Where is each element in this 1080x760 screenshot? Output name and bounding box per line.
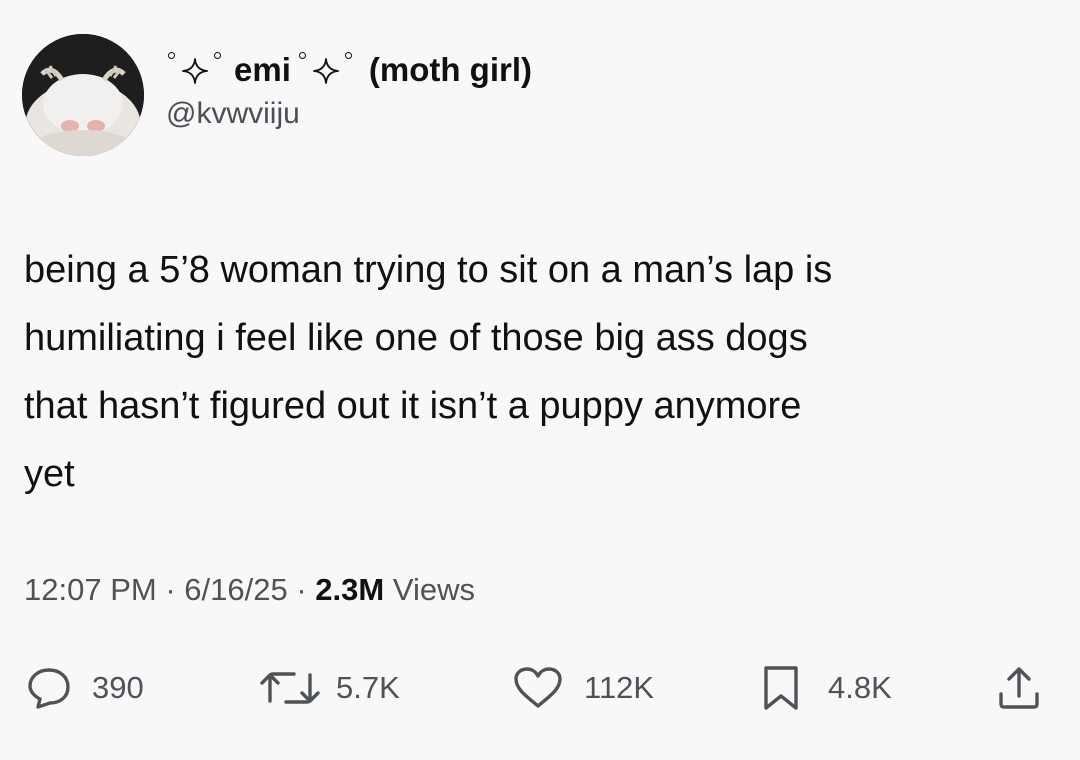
avatar[interactable] xyxy=(22,34,144,156)
views-count: 2.3M xyxy=(315,572,385,607)
user-handle[interactable]: @kvwviiju xyxy=(166,94,532,134)
sparkle-icon xyxy=(297,48,359,92)
sparkle-icon xyxy=(166,48,228,92)
speech-bubble-icon xyxy=(28,668,70,709)
repost-count: 5.7K xyxy=(336,670,400,705)
tweet-text: being a 5’8 woman trying to sit on a man… xyxy=(24,236,1044,508)
tweet-metadata: 12:07 PM · 6/16/25 · 2.3M Views xyxy=(24,568,475,612)
display-name-text: emi xyxy=(234,51,291,88)
share-upload-icon xyxy=(999,667,1039,709)
repost-button[interactable]: 5.7K xyxy=(258,660,400,716)
tweet-date[interactable]: 6/16/25 xyxy=(184,572,287,607)
avatar-image xyxy=(22,34,144,156)
bookmark-count: 4.8K xyxy=(828,670,892,705)
tweet-text-line: humiliating i feel like one of those big… xyxy=(24,317,808,359)
display-name-suffix: (moth girl) xyxy=(368,51,533,88)
bookmark-icon xyxy=(764,666,798,710)
like-button[interactable]: 112K xyxy=(512,660,654,716)
reply-count: 390 xyxy=(92,670,144,705)
tweet-text-line: that hasn’t figured out it isn’t a puppy… xyxy=(24,385,802,427)
author-names: emi (moth girl) @kvwviiju xyxy=(166,48,532,134)
repost-arrows-icon xyxy=(260,672,320,704)
reply-button[interactable]: 390 xyxy=(26,660,144,716)
tweet-text-line: yet xyxy=(24,453,75,495)
meta-separator: · xyxy=(165,572,176,607)
like-count: 112K xyxy=(584,670,655,705)
meta-separator: · xyxy=(296,572,307,607)
bookmark-button[interactable]: 4.8K xyxy=(760,660,892,716)
share-button[interactable] xyxy=(994,660,1044,716)
tweet-header: emi (moth girl) @kvwviiju xyxy=(22,34,532,156)
display-name[interactable]: emi (moth girl) xyxy=(166,48,532,92)
tweet-card: emi (moth girl) @kvwviiju being a 5’8 wo… xyxy=(0,0,1080,760)
action-bar: 390 5.7K 112K 4.8K xyxy=(0,660,1080,716)
tweet-text-line: being a 5’8 woman trying to sit on a man… xyxy=(24,249,833,291)
heart-icon xyxy=(514,667,562,708)
views-label: Views xyxy=(392,572,475,607)
tweet-time[interactable]: 12:07 PM xyxy=(24,572,157,607)
